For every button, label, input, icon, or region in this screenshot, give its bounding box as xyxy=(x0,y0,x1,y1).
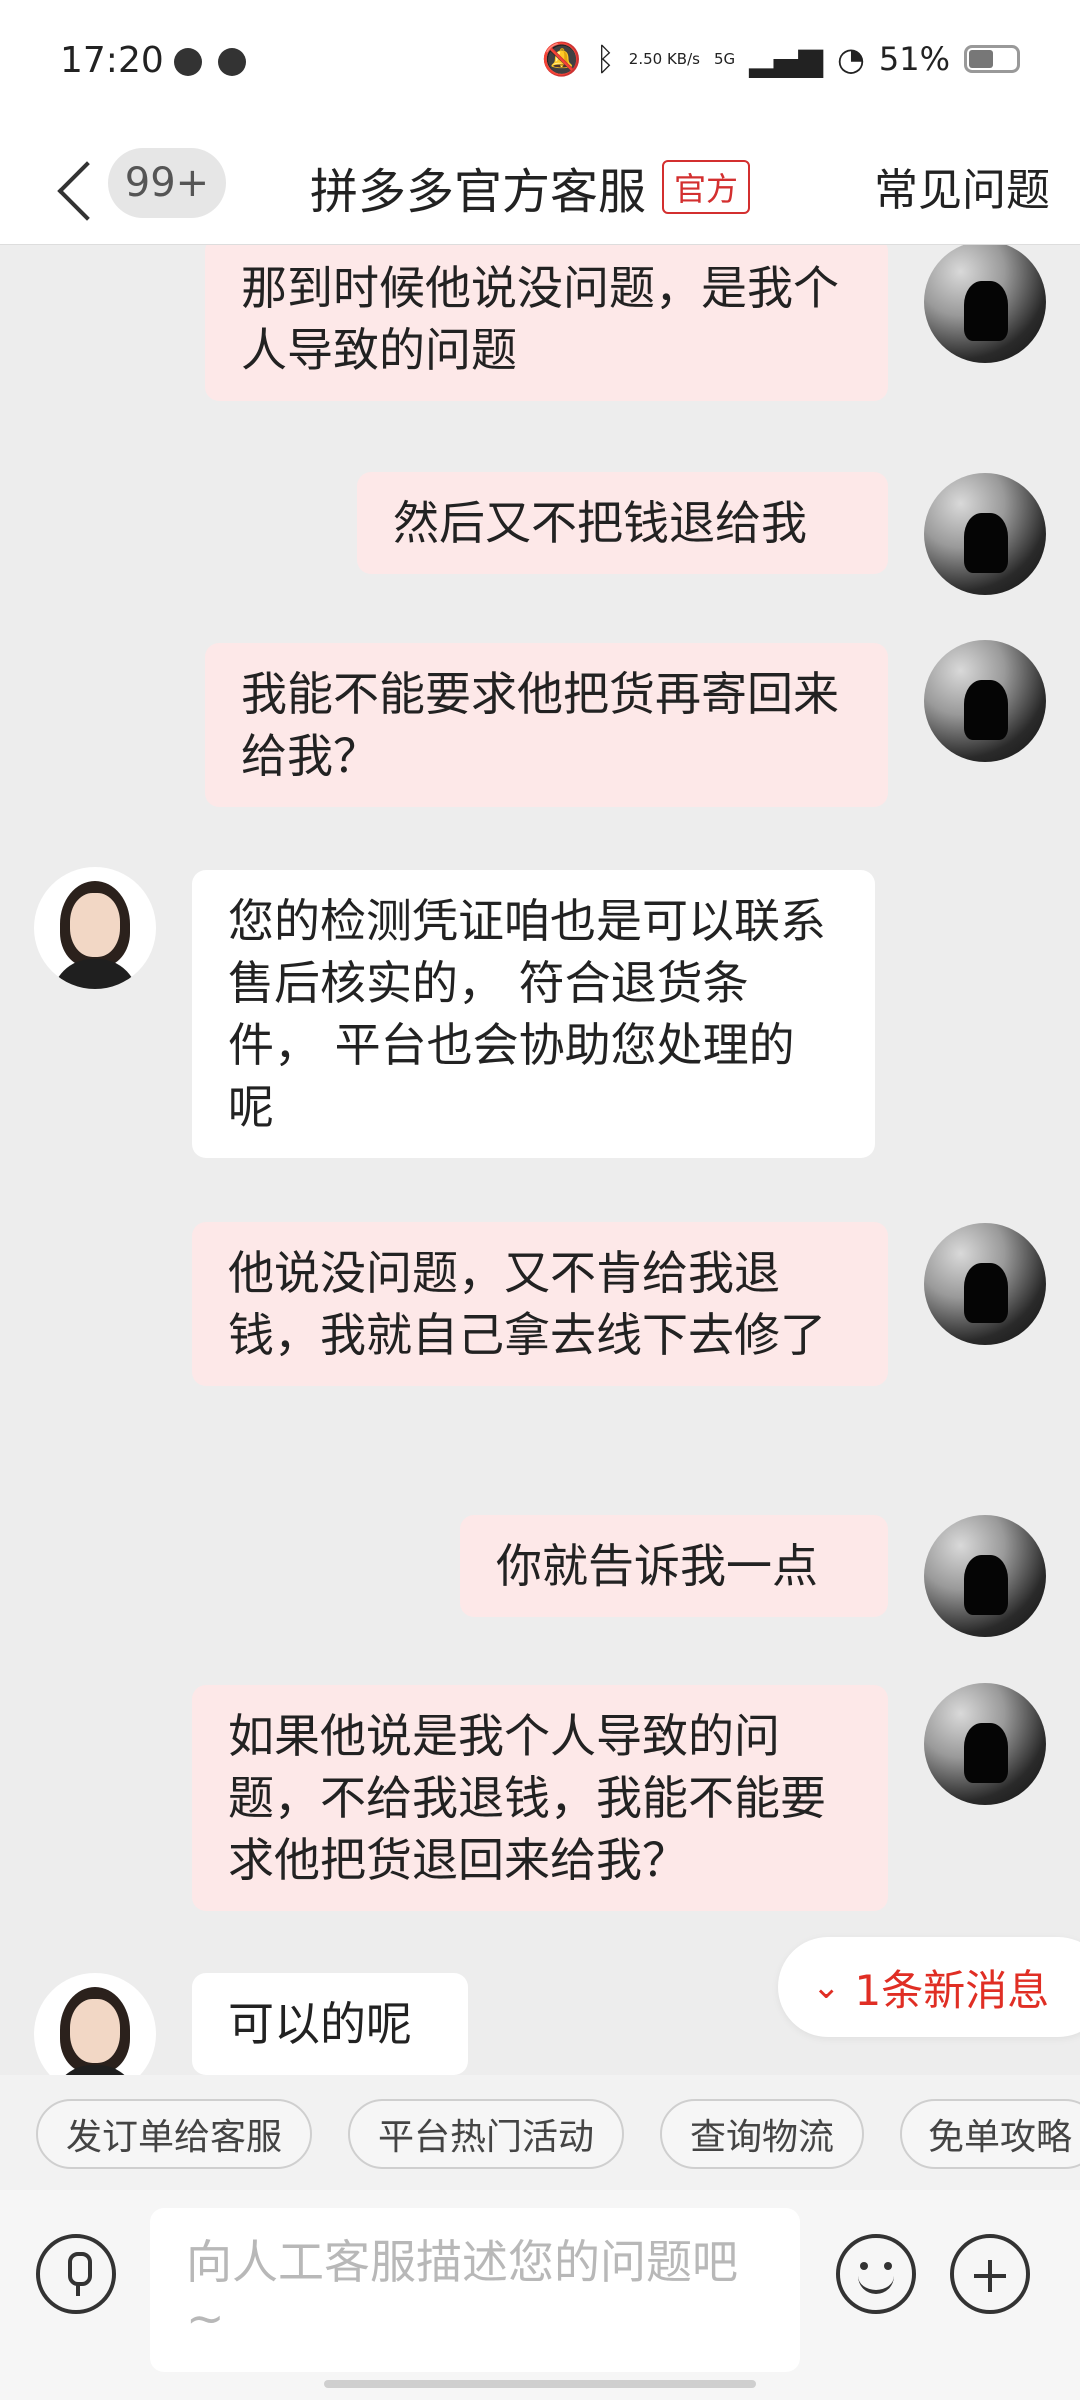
status-time: 17:20 xyxy=(60,40,164,81)
unread-badge[interactable]: 99+ xyxy=(108,148,226,218)
user-avatar[interactable] xyxy=(924,1223,1046,1345)
chevron-down-icon: ⌄ xyxy=(812,1967,841,2007)
agent-avatar-face xyxy=(70,893,120,957)
user-message[interactable]: 你就告诉我一点 xyxy=(460,1515,888,1617)
battery-icon xyxy=(964,45,1020,73)
status-bar: 17:20 🔕 ᛒ 2.50 KB/s 5G ▂▄▆ ◔ 51% xyxy=(0,0,1080,130)
new-message-label: 1条新消息 xyxy=(854,1965,1050,2015)
page-title: 拼多多官方客服 xyxy=(310,164,647,220)
agent-avatar-face xyxy=(70,1999,120,2063)
back-button[interactable] xyxy=(50,150,110,230)
message-input[interactable]: 向人工客服描述您的问题吧~ xyxy=(150,2208,800,2372)
wifi-icon: ◔ xyxy=(836,40,865,78)
new-message-banner[interactable]: ⌄ 1条新消息 xyxy=(778,1937,1080,2037)
user-message[interactable]: 他说没问题，又不肯给我退钱，我就自己拿去线下去修了 xyxy=(192,1222,888,1386)
input-bar: 向人工客服描述您的问题吧~ xyxy=(0,2190,1080,2400)
title-group: 拼多多官方客服 官方 xyxy=(310,152,751,222)
quick-reply-chip[interactable]: 查询物流 xyxy=(660,2099,864,2169)
user-avatar[interactable] xyxy=(924,473,1046,595)
user-avatar[interactable] xyxy=(924,1683,1046,1805)
official-tag: 官方 xyxy=(662,160,751,214)
user-avatar[interactable] xyxy=(924,1515,1046,1637)
agent-message[interactable]: 可以的呢 xyxy=(192,1973,468,2075)
status-icons: 🔕 ᛒ 2.50 KB/s 5G ▂▄▆ ◔ 51% xyxy=(542,40,1020,78)
signal-label: 5G xyxy=(713,50,736,68)
user-message[interactable]: 那到时候他说没问题，是我个人导致的问题 xyxy=(205,245,888,401)
agent-avatar[interactable] xyxy=(34,867,156,989)
microphone-icon[interactable] xyxy=(36,2234,116,2314)
quick-reply-chip[interactable]: 平台热门活动 xyxy=(348,2099,624,2169)
quick-reply-bar: 发订单给客服 平台热门活动 查询物流 免单攻略 xyxy=(0,2075,1080,2190)
agent-avatar[interactable] xyxy=(34,1973,156,2075)
quick-reply-chip[interactable]: 免单攻略 xyxy=(900,2099,1080,2169)
faq-link[interactable]: 常见问题 xyxy=(874,154,1050,218)
chat-list: 那到时候他说没问题，是我个人导致的问题 然后又不把钱退给我 我能不能要求他把货再… xyxy=(0,245,1080,2075)
agent-message[interactable]: 您的检测凭证咱也是可以联系售后核实的， 符合退货条件， 平台也会协助您处理的呢 xyxy=(192,870,875,1158)
mute-icon: 🔕 xyxy=(541,40,582,78)
network-speed: 2.50 KB/s xyxy=(628,50,700,68)
quick-reply-chip[interactable]: 发订单给客服 xyxy=(36,2099,312,2169)
user-avatar[interactable] xyxy=(924,245,1046,363)
signal-icon: ▂▄▆ xyxy=(749,40,823,78)
user-message[interactable]: 如果他说是我个人导致的问题，不给我退钱，我能不能要求他把货退回来给我？ xyxy=(192,1685,888,1911)
globe-icon xyxy=(174,48,202,76)
user-message[interactable]: 然后又不把钱退给我 xyxy=(357,472,888,574)
chat-header: 99+ 拼多多官方客服 官方 常见问题 xyxy=(0,130,1080,245)
home-indicator[interactable] xyxy=(324,2380,756,2388)
bluetooth-icon: ᛒ xyxy=(595,40,615,78)
user-avatar[interactable] xyxy=(924,640,1046,762)
battery-percent: 51% xyxy=(878,40,950,78)
agent-avatar-body xyxy=(52,959,138,989)
plus-icon[interactable] xyxy=(950,2234,1030,2314)
emoji-icon[interactable] xyxy=(836,2234,916,2314)
agent-avatar-body xyxy=(52,2065,138,2075)
timer-icon xyxy=(218,48,246,76)
user-message[interactable]: 我能不能要求他把货再寄回来给我？ xyxy=(205,643,888,807)
